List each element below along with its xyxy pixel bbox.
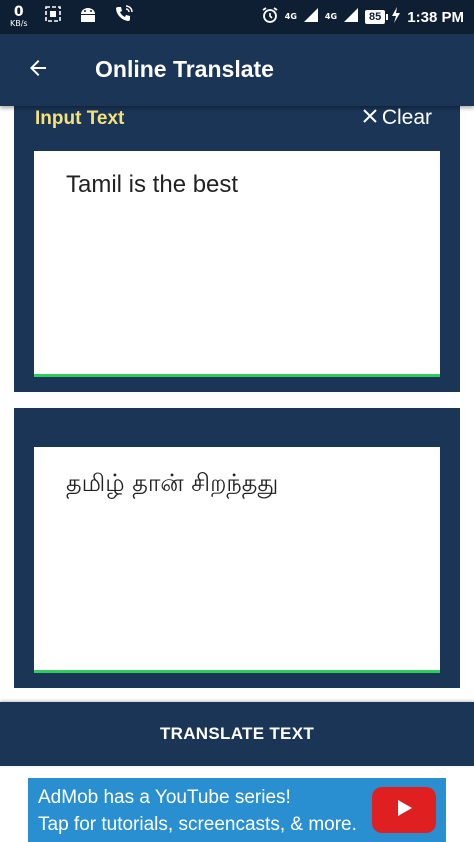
network-speed-unit: KB/s: [10, 18, 28, 28]
input-card: Input Text Clear Tamil is the best: [14, 104, 460, 392]
battery-icon: 85: [365, 10, 389, 24]
clock-time: 1:38 PM: [407, 8, 464, 26]
clear-button[interactable]: Clear: [362, 106, 432, 130]
clear-button-label: Clear: [381, 106, 432, 129]
signal-icon: [303, 7, 319, 27]
translate-text-button[interactable]: TRANSLATE TEXT: [0, 702, 474, 766]
signal-icon: [343, 7, 359, 27]
android-icon: [78, 5, 98, 27]
status-bar: 0 KB/s 4G 4G 85 1:38 PM: [0, 0, 474, 34]
wifi-calling-icon: [114, 4, 134, 28]
output-text-field[interactable]: தமிழ் தான் சிறந்தது: [34, 447, 440, 673]
network-type-2: 4G: [324, 12, 338, 21]
play-icon: [393, 797, 415, 823]
youtube-play-button[interactable]: [372, 787, 436, 833]
input-text-field[interactable]: Tamil is the best: [34, 151, 440, 377]
network-speed: 0 KB/s: [10, 5, 28, 28]
ad-banner[interactable]: AdMob has a YouTube series! Tap for tuto…: [28, 778, 446, 842]
close-icon: [362, 106, 378, 130]
ad-line-2: Tap for tutorials, screencasts, & more.: [38, 814, 357, 835]
alarm-icon: [261, 6, 279, 28]
network-type-1: 4G: [284, 12, 297, 21]
back-arrow-icon: [26, 56, 50, 84]
status-bar-left: 0 KB/s: [10, 4, 134, 28]
network-speed-value: 0: [13, 3, 24, 20]
page-title: Online Translate: [95, 56, 274, 82]
input-text-label: Input Text: [35, 108, 125, 129]
status-bar-right: 4G 4G 85 1:38 PM: [261, 0, 464, 34]
charging-icon: [391, 7, 401, 27]
input-text-value: Tamil is the best: [66, 171, 239, 198]
output-card: தமிழ் தான் சிறந்தது: [14, 408, 460, 688]
output-text-value: தமிழ் தான் சிறந்தது: [66, 469, 279, 497]
ad-line-1: AdMob has a YouTube series!: [38, 787, 291, 808]
app-bar: Online Translate: [0, 34, 474, 106]
screenshot-icon: [44, 5, 62, 27]
back-button[interactable]: [22, 54, 54, 86]
